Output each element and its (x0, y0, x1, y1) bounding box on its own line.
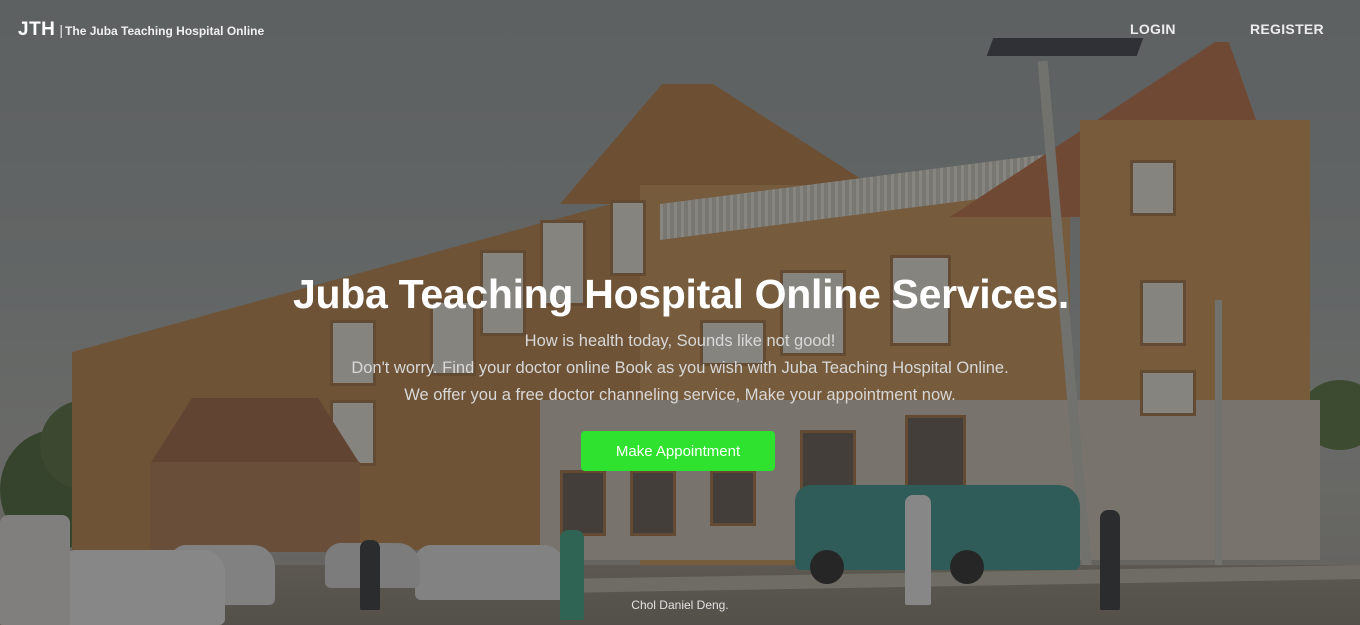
register-link[interactable]: REGISTER (1250, 21, 1324, 37)
make-appointment-button[interactable]: Make Appointment (581, 431, 775, 471)
hero-line: How is health today, Sounds like not goo… (524, 332, 836, 350)
hero-line: Don't worry. Find your doctor online Boo… (351, 359, 1009, 377)
brand-separator: | (59, 22, 64, 38)
photo-credit: Chol Daniel Deng. (631, 598, 729, 612)
top-navbar: JTH | The Juba Teaching Hospital Online LO… (0, 0, 1360, 60)
login-link[interactable]: LOGIN (1130, 21, 1176, 37)
hero-title: Juba Teaching Hospital Online Services. (293, 271, 1069, 317)
brand-mark: JTH (18, 19, 56, 40)
hero-section: Juba Teaching Hospital Online Services. … (0, 268, 1360, 409)
brand-tagline: The Juba Teaching Hospital Online (65, 24, 265, 38)
hero-description: How is health today, Sounds like not goo… (0, 328, 1360, 409)
brand-logo[interactable]: JTH | The Juba Teaching Hospital Online (18, 19, 264, 41)
hero-line: We offer you a free doctor channeling se… (404, 386, 956, 404)
